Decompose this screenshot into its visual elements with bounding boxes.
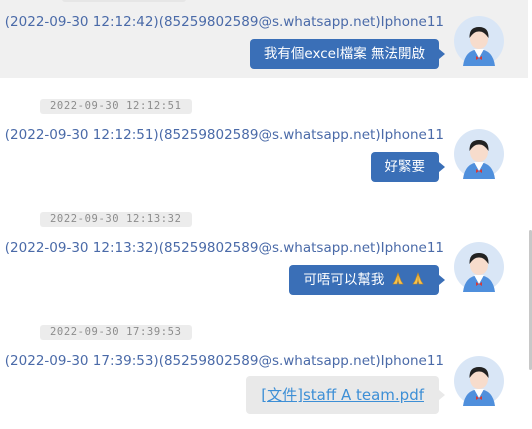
avatar[interactable] (454, 356, 504, 406)
timestamp-chip: 2022-09-30 12:12:51 (40, 99, 192, 114)
message-bubble[interactable]: 好緊要 (370, 152, 445, 182)
message-bubble[interactable]: 可唔可以幫我 (289, 265, 445, 295)
avatar[interactable] (454, 129, 504, 179)
message-row[interactable]: 2022-09-30 12:13:32 (2022-09-30 12:13:32… (0, 210, 528, 305)
user-avatar-icon (454, 129, 504, 179)
user-avatar-icon (454, 16, 504, 66)
sender-line: (2022-09-30 17:39:53)(85259802589@s.what… (4, 353, 444, 369)
message-text: 可唔可以幫我 (303, 272, 385, 288)
chat-history: (2022-09-30 12:12:42)(85259802589@s.what… (0, 0, 532, 429)
timestamp-chip: 2022-09-30 17:39:53 (40, 325, 192, 340)
file-attachment-bubble[interactable]: [文件]staff A team.pdf (246, 376, 445, 414)
message-row[interactable]: 2022-09-30 12:12:51 (2022-09-30 12:12:51… (0, 97, 528, 192)
sender-line: (2022-09-30 12:13:32)(85259802589@s.what… (4, 240, 444, 256)
folded-hands-icon (392, 272, 404, 285)
timestamp-chip: 2022-09-30 12:13:32 (40, 212, 192, 227)
folded-hands-icon (412, 272, 424, 285)
file-link[interactable]: [文件]staff A team.pdf (261, 386, 424, 404)
user-avatar-icon (454, 242, 504, 292)
message-bubble[interactable]: 我有個excel檔案 無法開啟 (249, 39, 446, 69)
sender-line: (2022-09-30 12:12:51)(85259802589@s.what… (4, 127, 444, 143)
avatar[interactable] (454, 242, 504, 292)
avatar[interactable] (454, 16, 504, 66)
sender-line: (2022-09-30 12:12:42)(85259802589@s.what… (4, 14, 444, 30)
message-row[interactable]: 2022-09-30 17:39:53 (2022-09-30 17:39:53… (0, 323, 528, 429)
user-avatar-icon (454, 356, 504, 406)
message-row[interactable]: (2022-09-30 12:12:42)(85259802589@s.what… (0, 0, 528, 78)
